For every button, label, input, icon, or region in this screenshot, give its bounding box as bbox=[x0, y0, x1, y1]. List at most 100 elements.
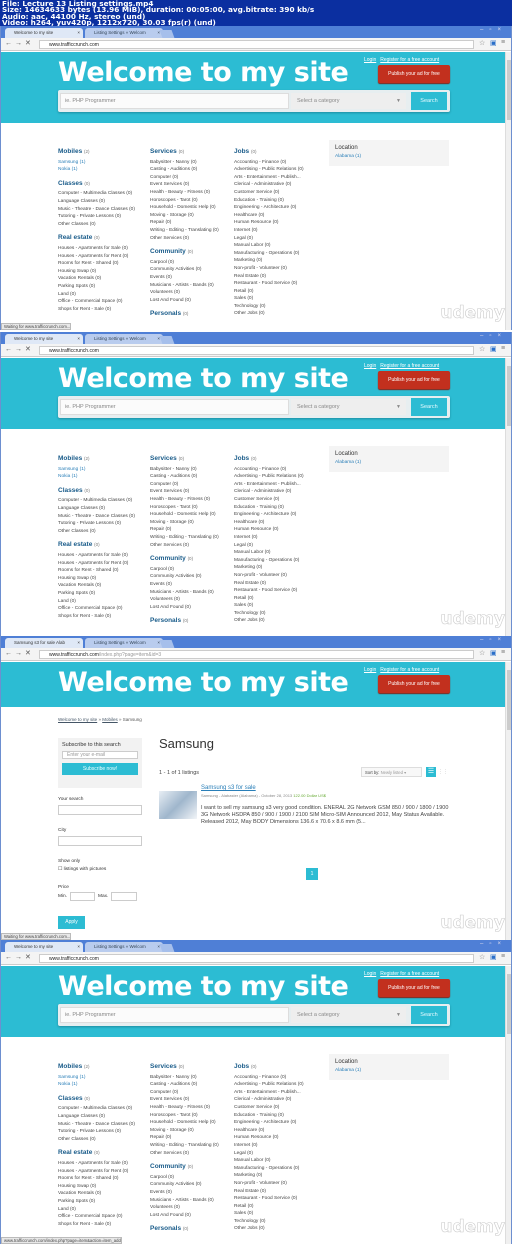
site-title[interactable]: Welcome to my site bbox=[58, 970, 349, 1004]
subcategory-link[interactable]: Tutoring - Private Lessons (0) bbox=[58, 213, 135, 221]
sort-select[interactable]: Sort by: Newly listed ▾ bbox=[361, 767, 422, 777]
scrollbar[interactable] bbox=[505, 966, 511, 1244]
pictures-checkbox[interactable]: ☐ listings with pictures bbox=[58, 867, 106, 872]
subcategory-link[interactable]: Advertising - Public Relations (0) bbox=[234, 166, 304, 174]
subcategory-link[interactable]: Clerical - Administrative (0) bbox=[234, 488, 304, 496]
subcategory-link[interactable]: Casting - Auditions (0) bbox=[150, 1081, 219, 1089]
subcategory-link[interactable]: Retail (0) bbox=[234, 288, 304, 296]
subcategory-link[interactable]: Advertising - Public Relations (0) bbox=[234, 1081, 304, 1089]
subcategory-link[interactable]: Repair (0) bbox=[150, 526, 219, 534]
subcategory-link[interactable]: Manual Labor (0) bbox=[234, 549, 304, 557]
category-heading[interactable]: Services (0) bbox=[150, 455, 219, 463]
subcategory-link[interactable]: Horoscopes - Tarot (0) bbox=[150, 504, 219, 512]
subcategory-link[interactable]: Repair (0) bbox=[150, 219, 219, 227]
register-link[interactable]: Register for a free account bbox=[380, 667, 439, 673]
browser-tab[interactable]: Samsung s3 for sale Alab × bbox=[5, 638, 83, 648]
location-link[interactable]: Alabama (1) bbox=[335, 460, 443, 465]
subcategory-link[interactable]: Computer - Multimedia Classes (0) bbox=[58, 190, 135, 198]
subcategory-link[interactable]: Internet (0) bbox=[234, 1142, 304, 1150]
subcategory-link[interactable]: Other Classes (0) bbox=[58, 1136, 135, 1144]
browser-tab[interactable]: Welcome to my site × bbox=[5, 334, 83, 344]
subcategory-link[interactable]: Other Classes (0) bbox=[58, 528, 135, 536]
subcategory-link[interactable]: Parking Spots (0) bbox=[58, 283, 135, 291]
subcategory-link[interactable]: Houses - Apartments for Sale (0) bbox=[58, 1160, 135, 1168]
subcategory-link[interactable]: Shops for Rent - Sale (0) bbox=[58, 613, 135, 621]
extension-icon[interactable]: ▣ bbox=[490, 345, 497, 353]
subcategory-link[interactable]: Computer (0) bbox=[150, 174, 219, 182]
subcategory-link[interactable]: Internet (0) bbox=[234, 227, 304, 235]
subcategory-link[interactable]: Babysitter - Nanny (0) bbox=[150, 1074, 219, 1082]
subcategory-link[interactable]: Arts - Entertainment - Publish... bbox=[234, 1089, 304, 1097]
pagination-page[interactable]: 1 bbox=[306, 868, 318, 880]
subcategory-link[interactable]: Education - Training (0) bbox=[234, 197, 304, 205]
listing-title-link[interactable]: Samsung s3 for sale bbox=[201, 785, 256, 791]
search-input[interactable]: ie. PHP Programmer bbox=[60, 1007, 289, 1023]
email-input[interactable]: Enter your e-mail bbox=[62, 751, 138, 759]
subcategory-link[interactable]: Other Services (0) bbox=[150, 235, 219, 243]
subcategory-link[interactable]: Manual Labor (0) bbox=[234, 1157, 304, 1165]
subcategory-link[interactable]: Technology (0) bbox=[234, 1218, 304, 1226]
category-heading[interactable]: Personals (0) bbox=[150, 310, 219, 318]
subcategory-link[interactable]: Lost And Found (0) bbox=[150, 1212, 219, 1220]
window-controls[interactable]: ‒▫× bbox=[480, 637, 507, 643]
search-input[interactable]: ie. PHP Programmer bbox=[60, 399, 289, 415]
login-link[interactable]: Login bbox=[364, 363, 376, 369]
category-heading[interactable]: Services (0) bbox=[150, 1063, 219, 1071]
subcategory-link[interactable]: Housing Swap (0) bbox=[58, 268, 135, 276]
subcategory-link[interactable]: Houses - Apartments for Sale (0) bbox=[58, 552, 135, 560]
subcategory-link[interactable]: Babysitter - Nanny (0) bbox=[150, 466, 219, 474]
subcategory-link[interactable]: Engineering - Architecture (0) bbox=[234, 511, 304, 519]
category-heading[interactable]: Community (0) bbox=[150, 248, 219, 256]
subcategory-link[interactable]: Marketing (0) bbox=[234, 564, 304, 572]
publish-ad-button[interactable]: Publish your ad for free bbox=[378, 65, 450, 83]
subcategory-link[interactable]: Land (0) bbox=[58, 291, 135, 299]
category-heading[interactable]: Services (0) bbox=[150, 148, 219, 156]
subcategory-link[interactable]: Language Classes (0) bbox=[58, 505, 135, 513]
subcategory-link[interactable]: Other Services (0) bbox=[150, 1150, 219, 1158]
subcategory-link[interactable]: Music - Theatre - Dance Classes (0) bbox=[58, 206, 135, 214]
subcategory-link[interactable]: Language Classes (0) bbox=[58, 1113, 135, 1121]
subcategory-link[interactable]: Moving - Storage (0) bbox=[150, 519, 219, 527]
subcategory-link[interactable]: Samsung (1) bbox=[58, 159, 135, 167]
scrollbar[interactable] bbox=[505, 662, 511, 940]
subcategory-link[interactable]: Real Estate (0) bbox=[234, 273, 304, 281]
subcategory-link[interactable]: Human Resource (0) bbox=[234, 219, 304, 227]
new-tab-button[interactable] bbox=[159, 640, 175, 648]
register-link[interactable]: Register for a free account bbox=[380, 971, 439, 977]
subcategory-link[interactable]: Community Activities (0) bbox=[150, 266, 219, 274]
subcategory-link[interactable]: Real Estate (0) bbox=[234, 1188, 304, 1196]
subcategory-link[interactable]: Community Activities (0) bbox=[150, 573, 219, 581]
breadcrumb-link[interactable]: Welcome to my site bbox=[58, 717, 97, 722]
new-tab-button[interactable] bbox=[159, 336, 175, 344]
login-link[interactable]: Login bbox=[364, 971, 376, 977]
subcategory-link[interactable]: Writing - Editing - Translating (0) bbox=[150, 534, 219, 542]
menu-icon[interactable]: ≡ bbox=[501, 649, 505, 656]
location-link[interactable]: Alabama (1) bbox=[335, 154, 443, 159]
subcategory-link[interactable]: Non-profit - Volunteer (0) bbox=[234, 265, 304, 273]
subcategory-link[interactable]: Sales (0) bbox=[234, 602, 304, 610]
subcategory-link[interactable]: Restaurant - Food Service (0) bbox=[234, 280, 304, 288]
new-tab-button[interactable] bbox=[159, 944, 175, 952]
category-select[interactable]: Select a category ▼ bbox=[291, 399, 406, 415]
category-heading[interactable]: Personals (0) bbox=[150, 617, 219, 625]
scrollbar-thumb[interactable] bbox=[507, 60, 511, 120]
subcategory-link[interactable]: Sales (0) bbox=[234, 1210, 304, 1218]
subcategory-link[interactable]: Accounting - Finance (0) bbox=[234, 1074, 304, 1082]
subcategory-link[interactable]: Customer Service (0) bbox=[234, 1104, 304, 1112]
url-field[interactable]: www.trafficcrunch.com/index.php?page=ite… bbox=[39, 650, 474, 659]
category-heading[interactable]: Jobs (0) bbox=[234, 1063, 304, 1071]
publish-ad-button[interactable]: Publish your ad for free bbox=[378, 371, 450, 389]
subcategory-link[interactable]: Horoscopes - Tarot (0) bbox=[150, 197, 219, 205]
subcategory-link[interactable]: Retail (0) bbox=[234, 1203, 304, 1211]
subcategory-link[interactable]: Houses - Apartments for Rent (0) bbox=[58, 253, 135, 261]
subcategory-link[interactable]: Human Resource (0) bbox=[234, 526, 304, 534]
register-link[interactable]: Register for a free account bbox=[380, 57, 439, 63]
scrollbar[interactable] bbox=[505, 358, 511, 636]
window-controls[interactable]: ‒▫× bbox=[480, 333, 507, 339]
category-heading[interactable]: Real estate (0) bbox=[58, 541, 135, 549]
subcategory-link[interactable]: Writing - Editing - Translating (0) bbox=[150, 1142, 219, 1150]
grid-view-icon[interactable]: ⋮⋮ bbox=[438, 767, 448, 777]
max-price-input[interactable] bbox=[111, 892, 137, 901]
category-select[interactable]: Select a category ▼ bbox=[291, 93, 406, 109]
apply-button[interactable]: Apply bbox=[58, 916, 85, 929]
